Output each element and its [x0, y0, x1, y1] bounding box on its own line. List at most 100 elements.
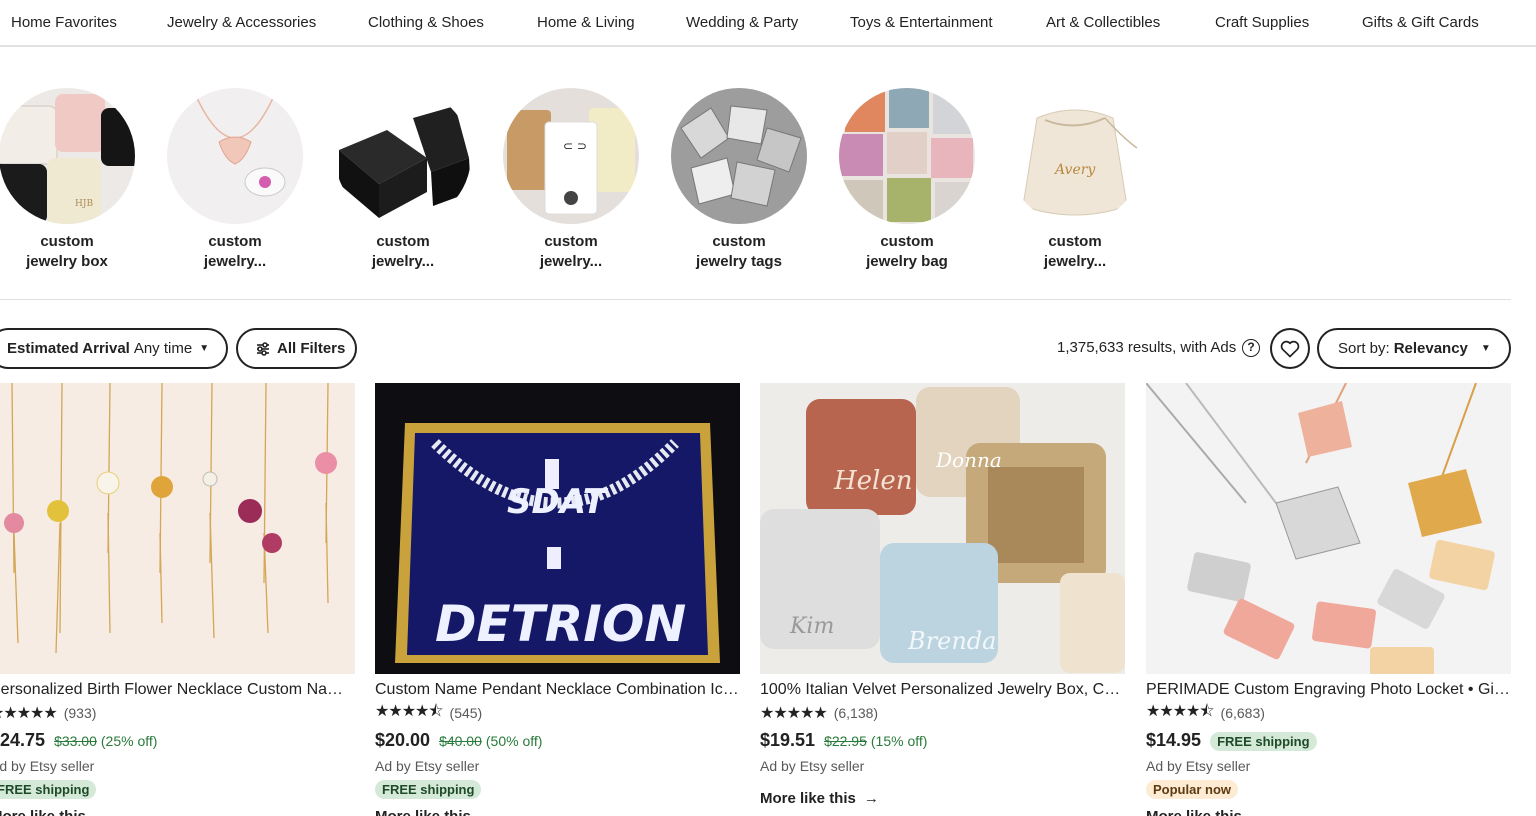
price-row: $24.75 $33.00 (25% off): [0, 730, 355, 751]
sliders-icon: [257, 341, 269, 356]
box-name-3: Brenda: [907, 627, 996, 655]
price-row: $14.95 FREE shipping: [1146, 730, 1511, 751]
heart-icon: [1280, 340, 1300, 357]
price-row: $20.00 $40.00 (50% off): [375, 730, 740, 751]
listing-card[interactable]: Personalized Birth Flower Necklace Custo…: [0, 383, 355, 816]
nav-toys-entertainment[interactable]: Toys & Entertainment: [850, 14, 993, 31]
listing-rating: ★★★★★ (6,138): [760, 704, 1125, 722]
svg-text:Avery: Avery: [1053, 162, 1096, 178]
related-search-label-line2: jewelry bag: [866, 253, 948, 270]
ad-label: Ad by Etsy seller: [1146, 758, 1251, 774]
box-name-1: Helen: [833, 466, 913, 496]
star-rating-icon: ★★★★⯪: [1146, 702, 1215, 720]
listing-card[interactable]: Helen Donna Brenda Kim 100% Italian Velv…: [760, 383, 1125, 807]
sale-price: $14.95: [1146, 730, 1202, 750]
all-filters-button[interactable]: All Filters: [236, 328, 357, 369]
price-row: $19.51 $22.95 (15% off): [760, 730, 1125, 751]
listing-rating: ★★★★⯪ (6,683): [1146, 703, 1511, 722]
estimated-arrival-label: Estimated Arrival: [7, 340, 130, 357]
ad-label: Ad by Etsy seller: [375, 758, 480, 774]
related-search-label-line1: custom: [40, 233, 94, 250]
more-like-this-label: More like this: [0, 808, 86, 816]
results-count: 1,375,633 results, with Ads: [1057, 339, 1237, 356]
related-search-jewelry-tags[interactable]: custom jewelry tags: [671, 88, 807, 272]
ad-label: Ad by Etsy seller: [760, 758, 865, 774]
related-search-label-line1: custom: [544, 233, 598, 250]
original-price: $40.00: [439, 733, 482, 749]
nav-gifts-gift-cards[interactable]: Gifts & Gift Cards: [1362, 14, 1479, 31]
review-count: (933): [63, 705, 97, 721]
caret-down-icon: ▼: [1480, 343, 1491, 354]
listing-image: SDAT DETRION: [375, 383, 740, 674]
related-search-label-line1: custom: [376, 233, 430, 250]
related-search-jewelry-necklace[interactable]: custom jewelry...: [167, 88, 303, 272]
discount-percent: (25% off): [100, 733, 158, 749]
caret-down-icon: ▼: [199, 343, 210, 354]
more-like-this-link[interactable]: More like this →: [760, 790, 1125, 807]
box-name-4: Kim: [789, 614, 834, 639]
related-search-image: HJB: [0, 88, 135, 224]
free-shipping-badge: FREE shipping: [1210, 732, 1317, 751]
related-search-image: [335, 88, 471, 224]
favorite-search-button[interactable]: [1270, 328, 1310, 369]
all-filters-label: All Filters: [277, 340, 346, 357]
free-shipping-badge: FREE shipping: [0, 780, 97, 799]
estimated-arrival-value: Any time: [133, 340, 193, 357]
star-rating-icon: ★★★★⯪: [375, 702, 444, 720]
review-count: (6,683): [1220, 705, 1265, 721]
related-search-label-line1: custom: [880, 233, 934, 250]
discount-percent: (50% off): [485, 733, 543, 749]
nav-home-favorites[interactable]: Home Favorites: [11, 14, 117, 31]
nav-art-collectibles[interactable]: Art & Collectibles: [1046, 14, 1160, 31]
nav-home-living[interactable]: Home & Living: [537, 14, 635, 31]
original-price: $33.00: [54, 733, 97, 749]
more-like-this-link[interactable]: More like this →: [1146, 808, 1511, 816]
more-like-this-label: More like this: [1146, 808, 1242, 816]
section-divider: [0, 299, 1511, 300]
popular-now-badge: Popular now: [1146, 780, 1238, 799]
estimated-arrival-dropdown[interactable]: Estimated Arrival Any time ▼: [0, 328, 228, 369]
sort-label: Sort by:: [1338, 340, 1390, 357]
related-search-label-line1: custom: [1048, 233, 1102, 250]
sale-price: $20.00: [375, 730, 431, 750]
help-question-icon[interactable]: ?: [1242, 339, 1260, 357]
related-search-jewelry-bag[interactable]: custom jewelry bag: [839, 88, 975, 272]
sort-dropdown[interactable]: Sort by: Relevancy ▼: [1317, 328, 1511, 369]
discount-percent: (15% off): [870, 733, 928, 749]
related-search-label-line1: custom: [208, 233, 262, 250]
nav-wedding-party[interactable]: Wedding & Party: [686, 14, 798, 31]
related-search-label-line2: jewelry...: [1043, 253, 1107, 270]
nav-clothing-shoes[interactable]: Clothing & Shoes: [368, 14, 484, 31]
related-search-label-line2: jewelry...: [371, 253, 435, 270]
listing-title[interactable]: Custom Name Pendant Necklace Combination…: [375, 680, 740, 700]
pendant-text-top: SDAT: [507, 482, 609, 522]
pendant-text-bottom: DETRION: [435, 595, 686, 653]
arrow-right-icon: →: [479, 808, 494, 816]
listing-rating: ★★★★★ (933): [0, 704, 355, 722]
more-like-this-link[interactable]: More like this →: [0, 808, 355, 816]
ad-label: Ad by Etsy seller: [0, 758, 95, 774]
more-like-this-label: More like this: [760, 790, 856, 807]
related-search-image: [671, 88, 807, 224]
related-search-jewelry-box[interactable]: HJB custom jewelry box: [0, 88, 135, 272]
related-search-jewelry-pouch[interactable]: Avery custom jewelry...: [1007, 88, 1143, 272]
nav-jewelry-accessories[interactable]: Jewelry & Accessories: [167, 14, 316, 31]
listing-card[interactable]: SDAT DETRION Custom Name Pendant Necklac…: [375, 383, 740, 816]
listing-title[interactable]: PERIMADE Custom Engraving Photo Locket •…: [1146, 680, 1511, 700]
related-search-jewelry-cards[interactable]: ⊂ ⊃ custom jewelry...: [503, 88, 639, 272]
listing-title[interactable]: Personalized Birth Flower Necklace Custo…: [0, 680, 355, 700]
related-search-label-line2: jewelry tags: [696, 253, 782, 270]
listing-card[interactable]: PERIMADE Custom Engraving Photo Locket •…: [1146, 383, 1511, 816]
related-search-image: Avery: [1007, 88, 1143, 224]
related-search-image: ⊂ ⊃: [503, 88, 639, 224]
arrow-right-icon: →: [94, 808, 109, 816]
listing-title[interactable]: 100% Italian Velvet Personalized Jewelry…: [760, 680, 1125, 700]
more-like-this-link[interactable]: More like this →: [375, 808, 740, 816]
sale-price: $24.75: [0, 730, 46, 750]
related-search-jewelry-packaging[interactable]: custom jewelry...: [335, 88, 471, 272]
free-shipping-badge: FREE shipping: [375, 780, 482, 799]
related-search-label-line2: jewelry box: [26, 253, 108, 270]
nav-craft-supplies[interactable]: Craft Supplies: [1215, 14, 1309, 31]
review-count: (545): [449, 705, 483, 721]
svg-text:HJB: HJB: [75, 199, 93, 209]
